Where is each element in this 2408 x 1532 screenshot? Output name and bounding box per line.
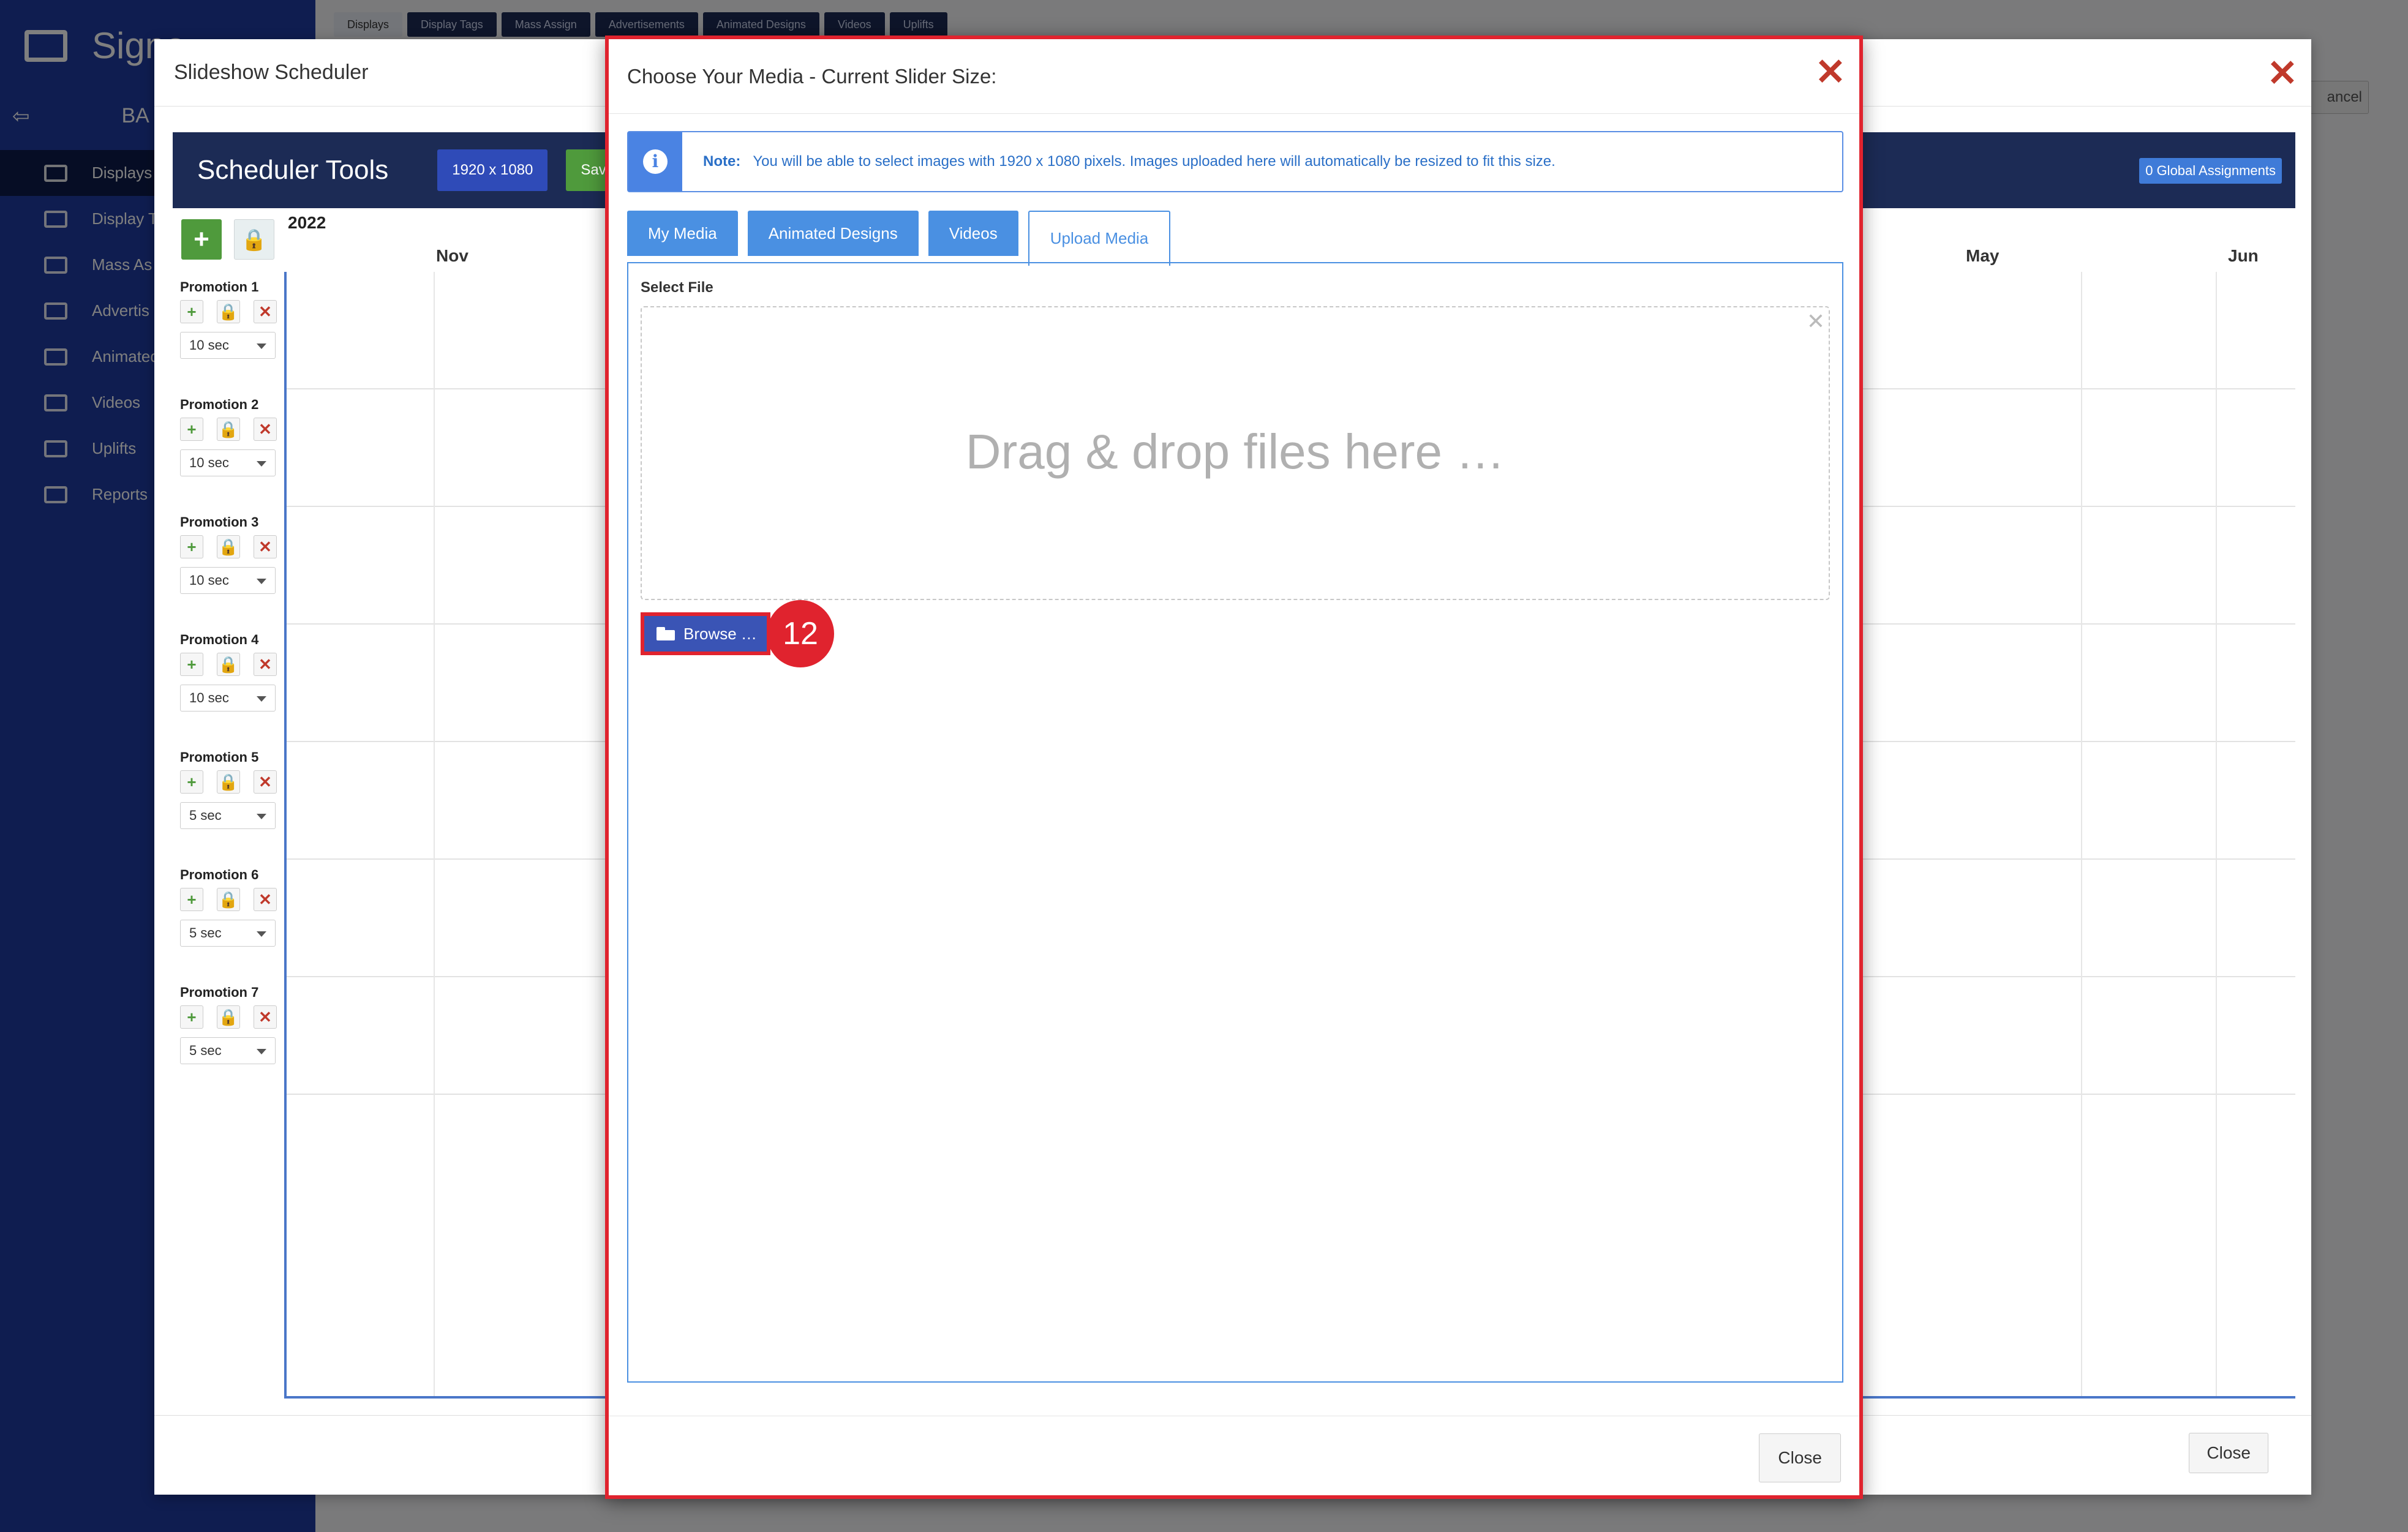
media-tabs: My Media Animated Designs Videos Upload … [627,211,1171,266]
delete-icon[interactable]: ✕ [254,770,277,794]
scheduler-close-button[interactable]: Close [2189,1433,2268,1473]
add-icon[interactable]: + [180,535,203,558]
global-assignments-badge[interactable]: 0 Global Assignments [2139,158,2282,184]
duration-select[interactable]: 10 sec [180,567,276,594]
promotion-name: Promotion 3 [180,514,259,530]
tab-my-media[interactable]: My Media [627,211,738,256]
close-icon[interactable]: ✕ [2267,55,2298,92]
duration-select[interactable]: 5 sec [180,1037,276,1064]
month-label: May [1966,246,2000,265]
promotion-row: Promotion 7 + 🔒 ✕ 5 sec [180,985,284,1064]
info-icon-box: i [628,132,682,191]
upload-panel: Select File ✕ Drag & drop files here … B… [627,262,1843,1383]
step-number-badge: 12 [767,600,834,667]
file-dropzone[interactable]: ✕ Drag & drop files here … [641,306,1830,600]
lock-icon[interactable]: 🔒 [217,300,240,323]
note-alert: i Note: You will be able to select image… [627,131,1843,192]
note-text: You will be able to select images with 1… [753,153,1556,170]
add-icon[interactable]: + [180,770,203,794]
add-icon[interactable]: + [180,418,203,441]
lock-icon[interactable]: 🔒 [217,1005,240,1029]
lock-icon[interactable]: 🔒 [217,653,240,676]
scheduler-tools-title: Scheduler Tools [197,155,389,185]
duration-select[interactable]: 5 sec [180,802,276,829]
promotion-name: Promotion 5 [180,749,259,765]
promotion-name: Promotion 1 [180,279,259,295]
duration-select[interactable]: 10 sec [180,449,276,476]
media-modal: Choose Your Media - Current Slider Size:… [605,36,1863,1499]
tab-animated-designs[interactable]: Animated Designs [747,211,919,256]
scheduler-actions: + 🔒 [173,219,284,260]
promotion-name: Promotion 6 [180,867,259,882]
add-icon[interactable]: + [180,1005,203,1029]
resolution-badge[interactable]: 1920 x 1080 [437,149,548,191]
promotion-row: Promotion 6 + 🔒 ✕ 5 sec [180,867,284,947]
year-label: 2022 [288,213,326,232]
media-close-button[interactable]: Close [1759,1433,1841,1482]
delete-icon[interactable]: ✕ [254,1005,277,1029]
lock-icon[interactable]: 🔒 [217,888,240,911]
folder-open-icon [657,627,676,640]
dropzone-text: Drag & drop files here … [965,424,1505,479]
month-label: Jun [2228,246,2259,265]
promotion-row: Promotion 4 + 🔒 ✕ 10 sec [180,632,284,712]
promotion-name: Promotion 7 [180,985,259,1000]
select-file-label: Select File [641,279,713,296]
delete-icon[interactable]: ✕ [254,418,277,441]
media-modal-title: Choose Your Media - Current Slider Size: [609,39,1859,114]
add-icon[interactable]: + [180,653,203,676]
lock-icon[interactable]: 🔒 [217,535,240,558]
add-icon[interactable]: + [180,888,203,911]
delete-icon[interactable]: ✕ [254,300,277,323]
lock-icon[interactable]: 🔒 [217,418,240,441]
browse-label: Browse … [683,624,757,643]
delete-icon[interactable]: ✕ [254,535,277,558]
tab-videos[interactable]: Videos [928,211,1018,256]
promotion-row: Promotion 5 + 🔒 ✕ 5 sec [180,749,284,829]
lock-icon[interactable]: 🔒 [217,770,240,794]
promotion-row: Promotion 1 + 🔒 ✕ 10 sec [180,279,284,359]
note-label: Note: [703,153,741,170]
delete-icon[interactable]: ✕ [254,653,277,676]
media-modal-footer: Close [609,1416,1859,1495]
add-promotion-button[interactable]: + [181,219,222,260]
clear-icon[interactable]: ✕ [1807,309,1825,334]
month-label: Nov [436,246,468,265]
add-icon[interactable]: + [180,300,203,323]
promotion-name: Promotion 4 [180,632,259,647]
delete-icon[interactable]: ✕ [254,888,277,911]
promotion-name: Promotion 2 [180,397,259,412]
promotion-row: Promotion 2 + 🔒 ✕ 10 sec [180,397,284,476]
duration-select[interactable]: 10 sec [180,685,276,712]
close-icon[interactable]: ✕ [1815,54,1846,91]
lock-button[interactable]: 🔒 [234,219,274,260]
browse-button[interactable]: Browse … [644,616,767,651]
browse-highlight: Browse … [641,612,770,655]
duration-select[interactable]: 10 sec [180,332,276,359]
info-icon: i [643,149,668,174]
duration-select[interactable]: 5 sec [180,920,276,947]
tab-upload-media[interactable]: Upload Media [1028,211,1171,266]
promotion-row: Promotion 3 + 🔒 ✕ 10 sec [180,514,284,594]
